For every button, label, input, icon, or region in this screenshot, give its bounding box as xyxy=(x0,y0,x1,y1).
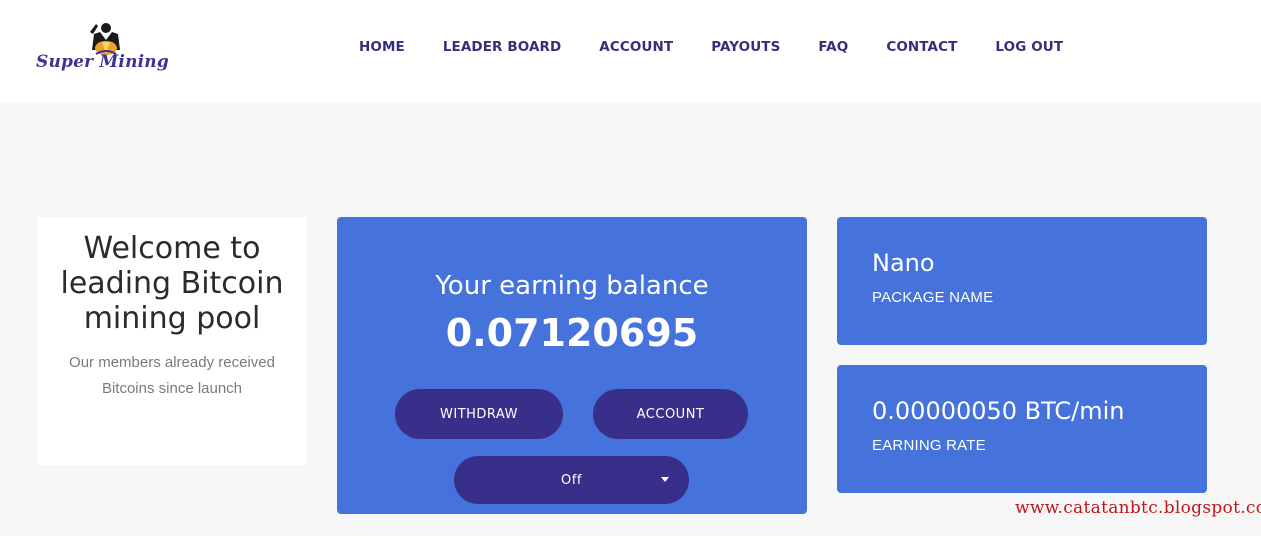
package-name-label: PACKAGE NAME xyxy=(872,289,994,306)
package-card: Nano PACKAGE NAME xyxy=(837,217,1207,345)
nav-faq[interactable]: FAQ xyxy=(818,39,848,55)
balance-label: Your earning balance xyxy=(435,271,709,301)
package-name-value: Nano xyxy=(872,249,935,277)
earning-rate-card: 0.00000050 BTC/min EARNING RATE xyxy=(837,365,1207,493)
account-button[interactable]: ACCOUNT xyxy=(593,389,748,439)
account-button-label: ACCOUNT xyxy=(636,406,705,422)
earning-rate-value: 0.00000050 BTC/min xyxy=(872,397,1125,425)
main-nav: HOME LEADER BOARD ACCOUNT PAYOUTS FAQ CO… xyxy=(359,36,1063,58)
mining-toggle-select[interactable]: Off xyxy=(454,456,689,504)
balance-value: 0.07120695 xyxy=(445,311,699,355)
welcome-subtitle: Our members already received Bitcoins si… xyxy=(69,354,275,397)
welcome-title: Welcome to leading Bitcoin mining pool xyxy=(60,231,284,336)
nav-contact[interactable]: CONTACT xyxy=(886,39,957,55)
withdraw-button-label: WITHDRAW xyxy=(440,406,518,422)
mining-toggle-value: Off xyxy=(561,472,582,488)
watermark-text: www.catatanbtc.blogspot.com xyxy=(1015,498,1261,518)
nav-account[interactable]: ACCOUNT xyxy=(599,39,673,55)
nav-payouts[interactable]: PAYOUTS xyxy=(711,39,780,55)
logo-wordmark: Super Mining xyxy=(36,52,169,72)
welcome-card: Welcome to leading Bitcoin mining pool O… xyxy=(37,217,307,465)
nav-log-out[interactable]: LOG OUT xyxy=(995,39,1063,55)
caret-down-icon xyxy=(661,477,669,482)
balance-card: Your earning balance 0.07120695 WITHDRAW… xyxy=(337,217,807,514)
nav-home[interactable]: HOME xyxy=(359,39,405,55)
earning-rate-label: EARNING RATE xyxy=(872,437,986,454)
withdraw-button[interactable]: WITHDRAW xyxy=(395,389,563,439)
site-logo[interactable]: Super Mining xyxy=(36,20,192,78)
nav-leader-board[interactable]: LEADER BOARD xyxy=(443,39,561,55)
site-header: Super Mining HOME LEADER BOARD ACCOUNT P… xyxy=(0,0,1261,102)
